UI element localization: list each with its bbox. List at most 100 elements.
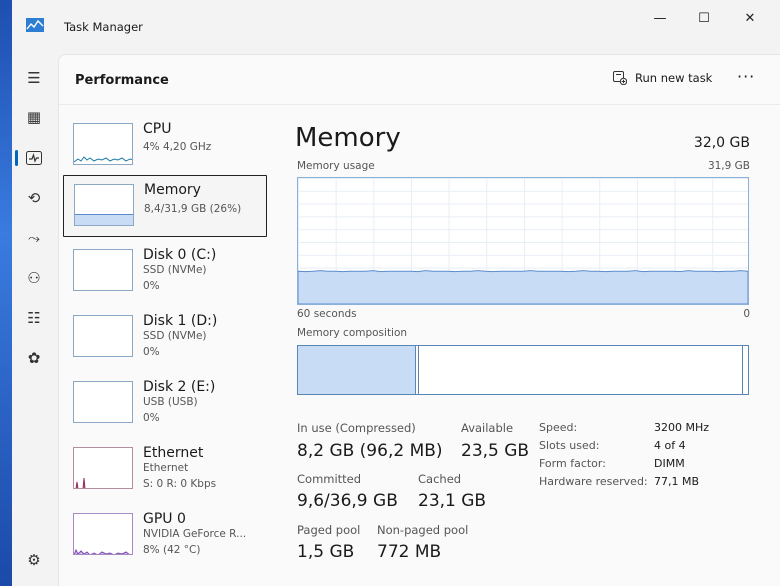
- device-stat: 4% 4,20 GHz: [143, 141, 212, 153]
- cached-value: 23,1 GB: [418, 491, 487, 511]
- startup-icon: ⤳: [27, 229, 40, 247]
- gpu-thumbnail-graph: [73, 513, 133, 555]
- device-item-cpu[interactable]: CPU 4% 4,20 GHz: [63, 115, 267, 177]
- nav-app-history[interactable]: ⟲: [20, 184, 48, 212]
- paged-pool-value: 1,5 GB: [297, 542, 355, 562]
- task-manager-window: Task Manager — ☐ ✕ ☰ ▦ ⟲ ⤳ ⚇ ☷ ✿ ⚙ Perfo…: [12, 0, 780, 586]
- run-new-task-label: Run new task: [635, 71, 713, 85]
- device-name: GPU 0: [143, 511, 186, 527]
- composition-standby-edge: [742, 346, 743, 394]
- device-type: SSD (NVMe): [143, 330, 207, 342]
- minimize-button[interactable]: —: [640, 6, 680, 30]
- graph-time-left: 60 seconds: [297, 308, 357, 320]
- close-button[interactable]: ✕: [730, 6, 770, 30]
- committed-label: Committed: [297, 472, 362, 486]
- device-stat: 8,4/31,9 GB (26%): [144, 203, 242, 215]
- maximize-icon: ☐: [698, 10, 710, 26]
- maximize-button[interactable]: ☐: [684, 6, 724, 30]
- nav-users[interactable]: ⚇: [20, 264, 48, 292]
- nav-startup-apps[interactable]: ⤳: [20, 224, 48, 252]
- memory-usage-area: [298, 270, 748, 304]
- panel-header: Performance Run new task ···: [59, 55, 780, 105]
- composition-in-use: [298, 346, 416, 394]
- spec-form-factor-value: DIMM: [654, 457, 685, 470]
- device-item-ethernet[interactable]: Ethernet Ethernet S: 0 R: 0 Kbps: [63, 439, 267, 501]
- spec-form-factor-key: Form factor:: [539, 457, 606, 470]
- cpu-thumbnail-graph: [73, 123, 133, 165]
- desktop-background: [0, 0, 12, 586]
- device-name: Disk 2 (E:): [143, 379, 216, 395]
- nav-performance[interactable]: [20, 144, 48, 172]
- nav-services[interactable]: ✿: [20, 344, 48, 372]
- close-icon: ✕: [744, 10, 756, 26]
- performance-panel: Performance Run new task ··· CPU 4% 4,20…: [58, 54, 780, 586]
- device-name: Ethernet: [143, 445, 204, 461]
- non-paged-pool-value: 772 MB: [377, 542, 442, 562]
- run-new-task-icon: [613, 71, 627, 85]
- device-name: Disk 0 (C:): [143, 247, 217, 263]
- memory-thumbnail-graph: [74, 184, 134, 226]
- device-name: Memory: [144, 182, 201, 198]
- detail-title: Memory: [295, 123, 401, 153]
- more-options-button[interactable]: ···: [737, 67, 755, 86]
- device-name: Disk 1 (D:): [143, 313, 218, 329]
- memory-usage-graph: [297, 177, 749, 305]
- disk0-thumbnail-graph: [73, 249, 133, 291]
- memory-total: 32,0 GB: [693, 135, 750, 151]
- device-stat: 8% (42 °C): [143, 544, 201, 556]
- disk1-thumbnail-graph: [73, 315, 133, 357]
- nav-settings[interactable]: ⚙: [20, 546, 48, 574]
- settings-icon: ⚙: [27, 551, 41, 569]
- available-value: 23,5 GB: [461, 441, 530, 461]
- device-stat: S: 0 R: 0 Kbps: [143, 478, 217, 490]
- ethernet-thumbnail-graph: [73, 447, 133, 489]
- memory-usage-label: Memory usage: [297, 160, 375, 172]
- window-title: Task Manager: [64, 20, 143, 34]
- composition-modified: [417, 346, 419, 394]
- spec-speed-value: 3200 MHz: [654, 421, 710, 434]
- device-stat: 0%: [143, 412, 160, 424]
- minimize-icon: —: [653, 10, 667, 26]
- memory-composition-bar: [297, 345, 749, 395]
- device-stat: 0%: [143, 280, 160, 292]
- device-stat: 0%: [143, 346, 160, 358]
- graph-time-right: 0: [743, 308, 750, 320]
- in-use-label: In use (Compressed): [297, 421, 416, 435]
- page-title: Performance: [75, 73, 169, 88]
- non-paged-pool-label: Non-paged pool: [377, 523, 469, 537]
- performance-icon: [26, 151, 42, 165]
- paged-pool-label: Paged pool: [297, 523, 361, 537]
- device-type: USB (USB): [143, 396, 198, 408]
- cached-label: Cached: [418, 472, 462, 486]
- device-item-disk0[interactable]: Disk 0 (C:) SSD (NVMe) 0%: [63, 241, 267, 303]
- spec-hardware-reserved-key: Hardware reserved:: [539, 475, 648, 488]
- spec-speed-key: Speed:: [539, 421, 578, 434]
- spec-hardware-reserved-value: 77,1 MB: [654, 475, 700, 488]
- nav-active-indicator: [15, 150, 18, 166]
- hamburger-icon: ☰: [27, 69, 41, 87]
- nav-processes[interactable]: ▦: [20, 103, 48, 131]
- device-type: Ethernet: [143, 462, 189, 474]
- device-item-disk2[interactable]: Disk 2 (E:) USB (USB) 0%: [63, 373, 267, 435]
- hamburger-menu-button[interactable]: ☰: [20, 64, 48, 92]
- disk2-thumbnail-graph: [73, 381, 133, 423]
- device-item-gpu0[interactable]: GPU 0 NVIDIA GeForce R... 8% (42 °C): [63, 505, 267, 567]
- device-type: NVIDIA GeForce R...: [143, 528, 247, 540]
- spec-slots-value: 4 of 4: [654, 439, 686, 452]
- device-type: SSD (NVMe): [143, 264, 207, 276]
- run-new-task-button[interactable]: Run new task: [613, 71, 712, 85]
- title-bar: Task Manager — ☐ ✕: [12, 0, 780, 50]
- committed-value: 9,6/36,9 GB: [297, 491, 398, 511]
- spec-slots-key: Slots used:: [539, 439, 600, 452]
- processes-icon: ▦: [26, 108, 42, 126]
- nav-details[interactable]: ☷: [20, 304, 48, 332]
- device-item-disk1[interactable]: Disk 1 (D:) SSD (NVMe) 0%: [63, 307, 267, 369]
- task-manager-app-icon: [26, 18, 44, 32]
- device-item-memory[interactable]: Memory 8,4/31,9 GB (26%): [63, 175, 267, 237]
- in-use-value: 8,2 GB (96,2 MB): [297, 441, 443, 461]
- users-icon: ⚇: [27, 269, 41, 287]
- app-history-icon: ⟲: [27, 189, 41, 207]
- services-icon: ✿: [27, 349, 41, 367]
- memory-composition-label: Memory composition: [297, 327, 408, 339]
- memory-usage-max: 31,9 GB: [707, 160, 750, 172]
